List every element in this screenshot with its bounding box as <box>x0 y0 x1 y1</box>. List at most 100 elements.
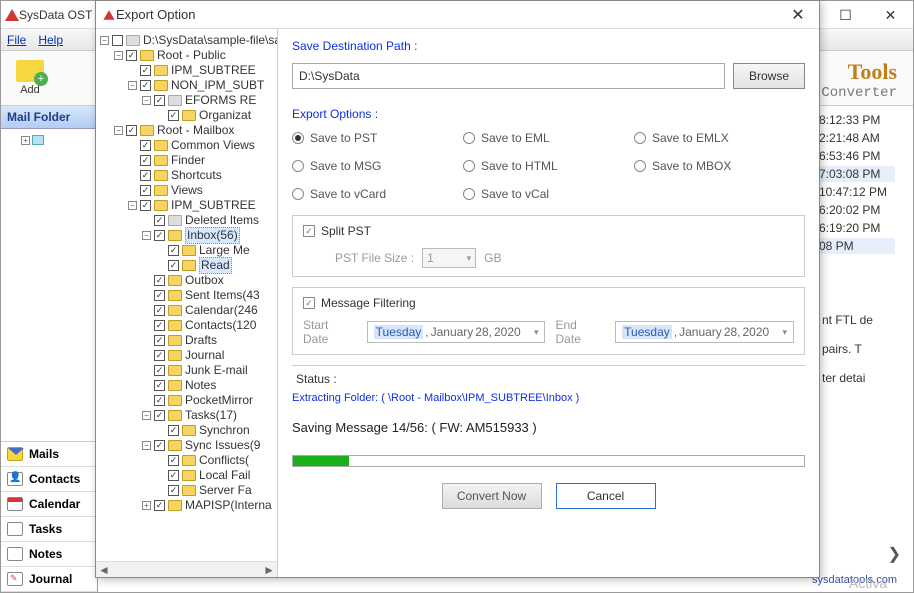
time-row[interactable]: 8:12:33 PM <box>815 112 895 128</box>
tree-node[interactable]: −Root - Public <box>100 48 277 63</box>
save-path-input[interactable]: D:\SysData <box>292 63 725 89</box>
tree-checkbox[interactable] <box>154 335 165 346</box>
tree-node[interactable]: Shortcuts <box>100 168 277 183</box>
tree-checkbox[interactable] <box>154 215 165 226</box>
tree-node[interactable]: Deleted Items <box>100 213 277 228</box>
tree-node[interactable]: Local Fail <box>100 468 277 483</box>
tree-node[interactable]: −EFORMS RE <box>100 93 277 108</box>
tree-checkbox[interactable] <box>154 365 165 376</box>
tree-checkbox[interactable] <box>154 95 165 106</box>
tree-checkbox[interactable] <box>154 500 165 511</box>
expand-icon[interactable]: + <box>21 136 30 145</box>
tree-checkbox[interactable] <box>168 470 179 481</box>
tree-node[interactable]: Common Views <box>100 138 277 153</box>
tree-node[interactable]: −D:\SysData\sample-file\sa <box>100 33 277 48</box>
tree-checkbox[interactable] <box>154 275 165 286</box>
tree-checkbox[interactable] <box>126 50 137 61</box>
tree-node[interactable]: Organizat <box>100 108 277 123</box>
collapse-icon[interactable]: − <box>142 231 151 240</box>
tree-checkbox[interactable] <box>140 185 151 196</box>
export-option[interactable]: Save to EMLX <box>634 131 805 145</box>
tree-checkbox[interactable] <box>168 245 179 256</box>
tree-node[interactable]: Outbox <box>100 273 277 288</box>
nav-tasks[interactable]: Tasks <box>1 517 97 542</box>
convert-button[interactable]: Convert Now <box>442 483 542 509</box>
export-option[interactable]: Save to MSG <box>292 159 463 173</box>
tree-node[interactable]: −NON_IPM_SUBT <box>100 78 277 93</box>
tree-node[interactable]: Sent Items(43 <box>100 288 277 303</box>
cancel-button[interactable]: Cancel <box>556 483 656 509</box>
tree-node[interactable]: Large Me <box>100 243 277 258</box>
time-row[interactable]: 6:53:46 PM <box>815 148 895 164</box>
time-row[interactable]: 08 PM <box>815 238 895 254</box>
tree-node[interactable]: IPM_SUBTREE <box>100 63 277 78</box>
tree-node[interactable]: Junk E-mail <box>100 363 277 378</box>
tree-checkbox[interactable] <box>140 170 151 181</box>
tree-node[interactable]: −Sync Issues(9 <box>100 438 277 453</box>
collapse-icon[interactable]: − <box>128 201 137 210</box>
tree-node[interactable]: −IPM_SUBTREE <box>100 198 277 213</box>
tree-checkbox[interactable] <box>154 290 165 301</box>
export-option[interactable]: Save to vCard <box>292 187 463 201</box>
tree-checkbox[interactable] <box>168 260 179 271</box>
tree-hscrollbar[interactable]: ◄► <box>96 561 277 577</box>
tree-node[interactable]: Views <box>100 183 277 198</box>
collapse-icon[interactable]: − <box>100 36 109 45</box>
tree-checkbox[interactable] <box>140 155 151 166</box>
export-option[interactable]: Save to vCal <box>463 187 634 201</box>
tree-node[interactable]: −Inbox(56) <box>100 228 277 243</box>
tree-checkbox[interactable] <box>154 395 165 406</box>
pst-size-select[interactable]: 1 <box>422 248 476 268</box>
message-filter-checkbox[interactable] <box>303 297 315 309</box>
tree-checkbox[interactable] <box>154 350 165 361</box>
collapse-icon[interactable]: − <box>142 441 151 450</box>
export-option[interactable]: Save to HTML <box>463 159 634 173</box>
start-date-picker[interactable]: Tuesday , January 28, 2020 <box>367 321 546 343</box>
collapse-icon[interactable]: − <box>128 81 137 90</box>
folder-tree[interactable]: −D:\SysData\sample-file\sa−Root - Public… <box>96 29 277 533</box>
tree-checkbox[interactable] <box>154 380 165 391</box>
nav-calendar[interactable]: Calendar <box>1 492 97 517</box>
tree-checkbox[interactable] <box>140 200 151 211</box>
tree-node[interactable]: Calendar(246 <box>100 303 277 318</box>
tree-node[interactable]: −Root - Mailbox <box>100 123 277 138</box>
tree-node[interactable]: −Tasks(17) <box>100 408 277 423</box>
dialog-close-button[interactable]: ✕ <box>783 5 813 25</box>
tree-node[interactable]: Synchron <box>100 423 277 438</box>
tree-checkbox[interactable] <box>140 80 151 91</box>
time-row[interactable]: 7:03:08 PM <box>815 166 895 182</box>
tree-node[interactable]: +MAPISP(Interna <box>100 498 277 513</box>
tree-node[interactable]: Read <box>100 258 277 273</box>
tree-checkbox[interactable] <box>140 140 151 151</box>
tree-node[interactable]: Contacts(120 <box>100 318 277 333</box>
export-option[interactable]: Save to EML <box>463 131 634 145</box>
browse-button[interactable]: Browse <box>733 63 805 89</box>
menu-file[interactable]: File <box>7 33 26 47</box>
add-button[interactable]: Add <box>5 60 55 96</box>
tree-checkbox[interactable] <box>112 35 123 46</box>
nav-contacts[interactable]: Contacts <box>1 467 97 492</box>
split-pst-checkbox[interactable] <box>303 225 315 237</box>
tree-node[interactable]: Server Fa <box>100 483 277 498</box>
tree-node[interactable]: Journal <box>100 348 277 363</box>
nav-journal[interactable]: Journal <box>1 567 97 592</box>
menu-help[interactable]: Help <box>38 33 63 47</box>
time-row[interactable]: 6:19:20 PM <box>815 220 895 236</box>
end-date-picker[interactable]: Tuesday , January 28, 2020 <box>615 321 794 343</box>
tree-checkbox[interactable] <box>154 320 165 331</box>
nav-mails[interactable]: Mails <box>1 442 97 467</box>
export-option[interactable]: Save to PST <box>292 131 463 145</box>
tree-checkbox[interactable] <box>168 110 179 121</box>
tree-checkbox[interactable] <box>154 410 165 421</box>
expand-icon[interactable]: + <box>142 501 151 510</box>
tree-checkbox[interactable] <box>168 455 179 466</box>
tree-node[interactable]: PocketMirror <box>100 393 277 408</box>
time-row[interactable]: 6:20:02 PM <box>815 202 895 218</box>
time-row[interactable]: 10:47:12 PM <box>815 184 895 200</box>
tree-node[interactable]: Drafts <box>100 333 277 348</box>
time-row[interactable]: 2:21:48 AM <box>815 130 895 146</box>
maximize-button[interactable]: ☐ <box>823 1 868 29</box>
tree-checkbox[interactable] <box>126 125 137 136</box>
tree-node[interactable]: Notes <box>100 378 277 393</box>
tree-checkbox[interactable] <box>140 65 151 76</box>
